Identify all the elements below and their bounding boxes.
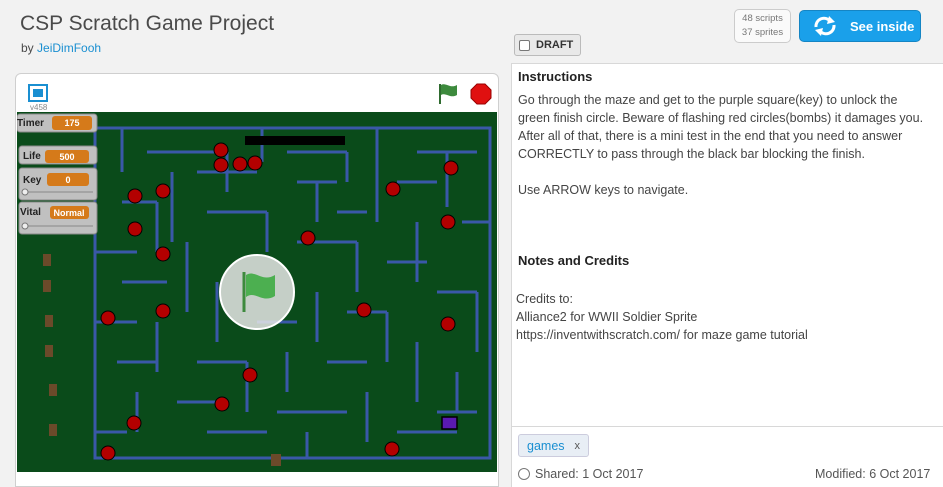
panel-divider — [511, 426, 943, 427]
shared-date-text: Shared: 1 Oct 2017 — [535, 467, 644, 481]
monitor-key-value: 0 — [65, 175, 70, 185]
purple-key — [441, 416, 458, 430]
tag-remove-icon[interactable]: x — [575, 440, 581, 452]
player-version: v458 — [30, 103, 48, 112]
tag-label[interactable]: games — [527, 439, 565, 453]
monitor-life-label: Life — [23, 151, 41, 162]
author-link[interactable]: JeiDimFooh — [37, 41, 101, 55]
stop-sign-icon[interactable] — [470, 83, 492, 105]
monitor-timer-label: Timer — [17, 118, 44, 129]
notes-heading: Notes and Credits — [518, 253, 630, 268]
modified-date: Modified: 6 Oct 2017 — [815, 467, 931, 481]
see-inside-label: See inside — [850, 18, 915, 34]
remix-arrows-icon — [814, 16, 836, 36]
monitor-life-value: 500 — [59, 152, 74, 162]
page-title: CSP Scratch Game Project — [20, 12, 275, 35]
game-stage[interactable]: Timer Life Key Vital 175 500 0 Normal — [17, 112, 497, 472]
instructions-controls: Use ARROW keys to navigate. — [518, 183, 689, 197]
instructions-heading: Instructions — [518, 69, 593, 84]
credit-line-2: https://inventwithscratch.com/ for maze … — [516, 328, 808, 342]
credit-line-1: Alliance2 for WWII Soldier Sprite — [516, 310, 698, 324]
fullscreen-icon[interactable] — [26, 82, 50, 104]
scripts-count: 48 scripts — [742, 13, 783, 24]
shared-date: Shared: 1 Oct 2017 — [518, 467, 643, 481]
instructions-body: Go through the maze and get to the purpl… — [518, 93, 924, 161]
byline: by JeiDimFooh — [21, 41, 101, 55]
monitor-vital-value: Normal — [53, 208, 84, 218]
draft-label: DRAFT — [536, 39, 574, 51]
draft-checkbox[interactable] — [519, 39, 530, 51]
project-page: CSP Scratch Game Project by JeiDimFooh 4… — [0, 0, 943, 487]
see-inside-button[interactable]: See inside — [799, 10, 921, 42]
green-flag-icon[interactable] — [436, 82, 460, 106]
monitor-timer-value: 175 — [64, 118, 79, 128]
share-icon — [518, 468, 530, 480]
monitor-key-label: Key — [23, 175, 42, 186]
project-stats: 48 scripts 37 sprites — [734, 9, 791, 43]
monitor-vital-label: Vital — [20, 207, 41, 218]
finish-barrier — [245, 136, 345, 145]
credits-label: Credits to: — [516, 292, 573, 306]
byline-prefix: by — [21, 41, 34, 55]
draft-toggle[interactable]: DRAFT — [514, 34, 581, 56]
start-flag-overlay[interactable] — [219, 254, 295, 330]
tag-games[interactable]: games x — [518, 434, 590, 457]
sprites-count: 37 sprites — [741, 27, 784, 38]
